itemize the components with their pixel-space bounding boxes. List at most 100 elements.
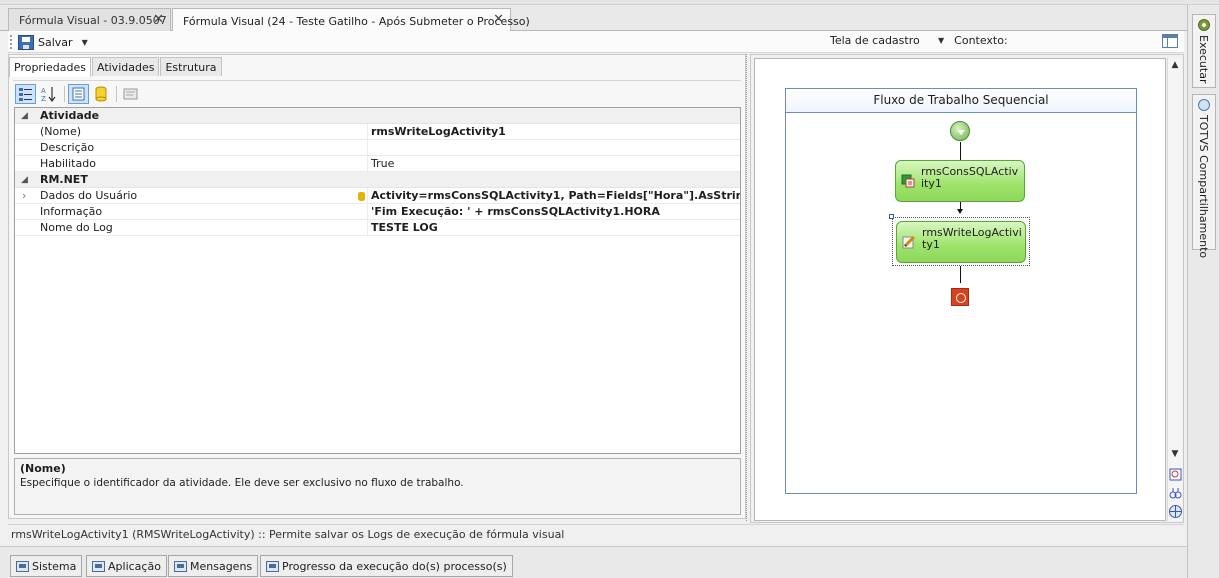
- save-label: Salvar: [38, 35, 73, 49]
- message-icon: [174, 560, 187, 572]
- svg-text:Z: Z: [41, 95, 46, 103]
- screen-selector[interactable]: Tela de cadastro ▼ Contexto:: [830, 34, 1008, 47]
- chevron-right-icon[interactable]: ›: [22, 188, 26, 204]
- save-disk-icon: [18, 34, 34, 50]
- right-sidebar: Executar TOTVS Compartilhamento: [1187, 5, 1219, 578]
- toolbar-grip[interactable]: [10, 35, 13, 49]
- workflow-stop-icon: [951, 288, 969, 306]
- bottom-tabs-bar: Sistema Aplicação Mensagens Progresso da…: [0, 546, 1187, 578]
- close-icon[interactable]: ✕: [493, 12, 504, 28]
- property-row-informacao[interactable]: Informação 'Fim Execução: ' + rmsConsSQL…: [15, 204, 740, 220]
- data-binding-icon: [358, 192, 365, 201]
- properties-panel: Propriedades Atividades Estrutura AZ ◢ A…: [8, 54, 746, 519]
- tab-label: Atividades: [96, 60, 155, 74]
- magnifier-icon: [1198, 99, 1210, 111]
- workflow-start-icon: [950, 121, 970, 141]
- tab-atividades[interactable]: Atividades: [91, 57, 160, 76]
- category-row-atividade[interactable]: ◢ Atividade: [15, 108, 740, 124]
- property-row-nome-do-log[interactable]: Nome do Log TESTE LOG: [15, 220, 740, 236]
- property-name: Habilitado: [40, 157, 96, 170]
- bottom-tab-label: Mensagens: [190, 559, 253, 573]
- collapse-arrow-icon[interactable]: ◢: [21, 108, 28, 124]
- sql-query-icon: [901, 174, 915, 188]
- designer-canvas[interactable]: Fluxo de Trabalho Sequencial rmsConsSQLA…: [754, 58, 1166, 521]
- pan-icon[interactable]: [1168, 486, 1183, 501]
- property-row-descricao[interactable]: Descrição: [15, 140, 740, 156]
- property-value[interactable]: Activity=rmsConsSQLActivity1, Path=Field…: [371, 188, 740, 204]
- column-divider: [367, 140, 368, 156]
- bottom-tab-progresso[interactable]: Progresso da execução do(s) processo(s): [260, 555, 513, 577]
- sidebar-tab-executar[interactable]: Executar: [1192, 14, 1216, 88]
- workflow-title: Fluxo de Trabalho Sequencial: [786, 89, 1136, 113]
- document-tab-label: Fórmula Visual (24 - Teste Gatilho - Apó…: [183, 14, 530, 28]
- column-divider: [367, 124, 368, 140]
- bottom-tab-label: Progresso da execução do(s) processo(s): [282, 559, 507, 573]
- screen-selector-value: Tela de cadastro: [830, 34, 920, 47]
- category-row-rmnet[interactable]: ◢ RM.NET: [15, 172, 740, 188]
- connector-line: [960, 142, 961, 160]
- document-tabs-bar: Fórmula Visual - 03.9.0507 ✕ Fórmula Vis…: [0, 5, 1187, 33]
- progress-icon: [266, 560, 279, 572]
- category-label: Atividade: [40, 109, 100, 122]
- scroll-up-icon[interactable]: ▲: [1168, 58, 1182, 73]
- activity-rmswritelogactivity1[interactable]: rmsWriteLogActivity1: [896, 221, 1026, 263]
- property-row-nome[interactable]: (Nome) rmsWriteLogActivity1: [15, 124, 740, 140]
- property-value[interactable]: TESTE LOG: [371, 220, 438, 236]
- bottom-tab-aplicacao[interactable]: Aplicação: [86, 555, 167, 577]
- designer-vertical-scrollbar[interactable]: ▲ ▼: [1167, 58, 1182, 521]
- collapse-arrow-icon[interactable]: ◢: [21, 172, 28, 188]
- zoom-icon[interactable]: [1168, 467, 1183, 482]
- document-tab-formula-visual[interactable]: Fórmula Visual - 03.9.0507 ✕: [8, 8, 171, 32]
- properties-view-icon[interactable]: [68, 84, 89, 104]
- property-value[interactable]: rmsWriteLogActivity1: [371, 124, 506, 140]
- document-tab-active[interactable]: Fórmula Visual (24 - Teste Gatilho - Apó…: [172, 8, 530, 33]
- column-divider: [367, 156, 368, 172]
- tab-label: Estrutura: [165, 60, 217, 74]
- bottom-tab-sistema[interactable]: Sistema: [10, 555, 83, 577]
- sidebar-tab-label: TOTVS Compartilhamento: [1197, 115, 1210, 259]
- chevron-down-icon[interactable]: ▼: [938, 36, 944, 45]
- property-name: Descrição: [40, 141, 95, 154]
- column-divider: [367, 188, 368, 204]
- chevron-down-icon[interactable]: ▼: [82, 38, 88, 47]
- sidebar-tab-totvs-compartilhamento[interactable]: TOTVS Compartilhamento: [1192, 94, 1216, 258]
- selection-handle[interactable]: [889, 214, 894, 219]
- property-row-habilitado[interactable]: Habilitado True: [15, 156, 740, 172]
- scroll-down-icon[interactable]: ▼: [1168, 447, 1182, 462]
- alphabetical-sort-icon[interactable]: AZ: [38, 84, 59, 104]
- tab-propriedades[interactable]: Propriedades: [9, 57, 91, 77]
- property-pages-icon[interactable]: [120, 84, 141, 104]
- main-toolbar: Salvar ▼ Tela de cadastro ▼ Contexto:: [8, 31, 1184, 53]
- document-tab-label: Fórmula Visual - 03.9.0507: [19, 14, 167, 27]
- save-button[interactable]: Salvar ▼: [18, 33, 88, 51]
- activity-label: rmsWriteLogActivity1: [922, 226, 1022, 251]
- categorized-view-icon[interactable]: [15, 84, 36, 104]
- workflow-designer: Fluxo de Trabalho Sequencial rmsConsSQLA…: [750, 54, 1184, 523]
- bottom-tab-mensagens[interactable]: Mensagens: [168, 555, 259, 577]
- toolbar-separator: [64, 86, 65, 102]
- property-name: (Nome): [40, 125, 82, 138]
- property-value[interactable]: True: [371, 156, 394, 172]
- bottom-tab-label: Sistema: [32, 559, 77, 573]
- description-text: Especifique o identificador da atividade…: [20, 477, 464, 489]
- context-label: Contexto:: [954, 34, 1008, 47]
- layout-table-icon[interactable]: [1162, 34, 1178, 48]
- monitor-icon: [16, 560, 29, 572]
- description-title: (Nome): [20, 462, 66, 475]
- property-value[interactable]: 'Fim Execução: ' + rmsConsSQLActivity1.H…: [371, 204, 660, 220]
- close-icon[interactable]: ✕: [153, 12, 164, 28]
- sequential-workflow-frame[interactable]: Fluxo de Trabalho Sequencial rmsConsSQLA…: [785, 88, 1137, 494]
- tab-estrutura[interactable]: Estrutura: [160, 57, 222, 76]
- tab-label: Propriedades: [14, 61, 86, 74]
- property-row-dados-do-usuario[interactable]: › Dados do Usuário Activity=rmsConsSQLAc…: [15, 188, 740, 204]
- gear-icon: [1198, 19, 1210, 31]
- toolbar-separator: [116, 86, 117, 102]
- activity-rmsconssqlactivity1[interactable]: rmsConsSQLActivity1: [895, 160, 1025, 202]
- property-name: Nome do Log: [40, 221, 113, 234]
- property-description-box: (Nome) Especifique o identificador da at…: [14, 458, 741, 515]
- property-name: Dados do Usuário: [40, 189, 138, 202]
- data-binding-icon[interactable]: [91, 84, 112, 104]
- connector-line: [960, 266, 961, 283]
- monitor-icon: [92, 560, 105, 572]
- navigate-icon[interactable]: [1168, 504, 1183, 519]
